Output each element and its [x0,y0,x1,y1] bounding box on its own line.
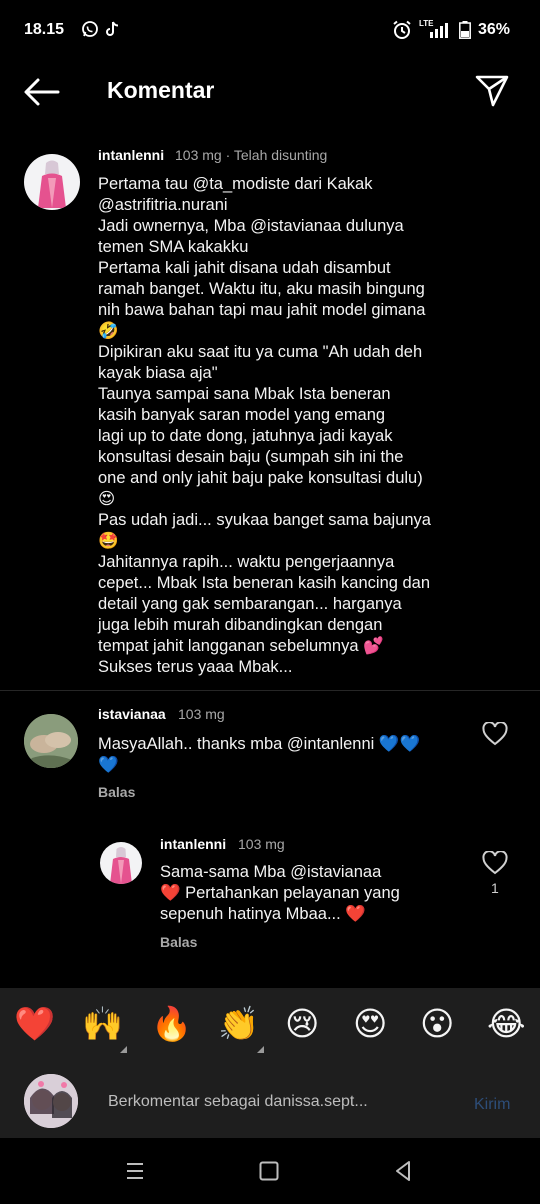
caption-line: Jahitannya rapih... waktu pengerjaannya [98,553,395,571]
caption-line: @astrifitria.nurani [98,196,228,214]
recents-icon[interactable] [124,1161,146,1181]
caption-line: cepet... Mbak Ista beneran kasih kancing… [98,574,431,592]
caption-line: Pertama kali jahit disana udah disambut [98,259,391,277]
heart-icon[interactable] [482,851,508,875]
caption-line: one and only jahit baju pake konsultasi … [98,469,423,487]
avatar-selfie-icon [24,1074,78,1128]
heart-icon[interactable] [482,722,508,746]
avatar-figure-icon [38,160,66,208]
like-count: 1 [491,880,499,896]
avatar-figure-icon [110,847,132,884]
caption-line: Jadi ownernya, Mba @istavianaa dulunya [98,217,404,235]
reply-button[interactable]: Balas [160,934,197,950]
arrow-left-icon[interactable] [22,76,62,108]
emoji-quick-bar: ❤️ 🙌 🔥 👏 😢 😍 😮 😂 [0,988,540,1066]
caption-line: temen SMA kakakku [98,238,249,256]
comment-line: sepenuh hatinya Mbaa... ❤️ [160,905,366,923]
emoji-raising-hands[interactable]: 🙌 [82,1004,123,1044]
caption-line: konsultasi desain baju (sumpah sih ini t… [98,448,404,466]
comment-composer: Berkomentar sebagai danissa.sept... Kiri… [0,1066,540,1138]
emoji-heart[interactable]: ❤️ [14,1004,55,1044]
emoji-surprised-face[interactable]: 😮 [420,1004,454,1044]
caption-line: kayak biasa aja" [98,364,218,382]
comment-text: Sama-sama Mba @istavianaa ❤️ Pertahankan… [160,862,400,925]
caption-line: Taunya sampai sana Mbak Ista beneran [98,385,391,403]
comment-username[interactable]: istavianaa [98,706,166,722]
avatar[interactable] [100,842,142,884]
avatar [24,1074,78,1128]
emoji-tears-of-joy[interactable]: 😂 [487,1004,526,1044]
comment-text: MasyaAllah.. thanks mba @intanlenni 💙💙 💙 [98,734,420,776]
status-bar: 18.15 LTE 36% [0,0,540,60]
signal-icon [430,23,448,38]
caption-line: lagi up to date dong, jatuhnya jadi kaya… [98,427,393,445]
avatar[interactable] [24,714,78,768]
caption-username[interactable]: intanlenni [98,147,164,163]
caption-line: Sukses terus yaaa Mbak... [98,658,293,676]
caption-line: 😍 [98,490,116,508]
caption-line: detail yang gak sembarangan... harganya [98,595,402,613]
whatsapp-icon [82,21,98,37]
home-icon[interactable] [258,1160,280,1182]
reply-button[interactable]: Balas [98,784,135,800]
header: Komentar [0,60,540,122]
caption-line: kasih banyak saran model yang emang [98,406,386,424]
page-title: Komentar [107,77,215,103]
status-time: 18.15 [24,21,65,38]
comment-input[interactable]: Berkomentar sebagai danissa.sept... [108,1093,368,1111]
caption-line: tempat jahit langganan sebelumnya 💕 [98,637,384,655]
caption-line: 🤣 [98,322,119,340]
skin-tone-indicator [257,1046,264,1053]
caption-meta: 103 mg · Telah disunting [175,147,328,163]
caption-line: juga lebih murah dibandingkan dengan [98,616,383,634]
tiktok-icon [106,21,119,36]
caption-line: Dipikiran aku saat itu ya cuma "Ah udah … [98,343,423,361]
comment-line: MasyaAllah.. thanks mba @intanlenni 💙💙 [98,735,420,753]
comment-meta: 103 mg [178,706,225,722]
comment-line: ❤️ Pertahankan pelayanan yang [160,884,400,902]
back-icon[interactable] [393,1159,413,1183]
battery-percent: 36% [478,21,511,38]
emoji-clapping-hands[interactable]: 👏 [218,1004,259,1044]
paper-plane-icon[interactable] [474,72,510,108]
emoji-fire[interactable]: 🔥 [151,1004,192,1044]
comment-line: Sama-sama Mba @istavianaa [160,863,382,881]
caption-line: nih bawa bahan tapi mau jahit model gima… [98,301,426,319]
comment-line: 💙 [98,756,119,774]
caption-line: 🤩 [98,532,119,550]
caption-line: Pas udah jadi... syukaa banget sama baju… [98,511,431,529]
divider [0,690,540,691]
submit-button[interactable]: Kirim [474,1096,510,1114]
battery-icon [459,21,471,39]
emoji-heart-eyes[interactable]: 😍 [353,1004,387,1044]
caption-line: ramah banget. Waktu itu, aku masih bingu… [98,280,425,298]
comment-meta: 103 mg [238,836,285,852]
avatar[interactable] [24,154,80,210]
comment-username[interactable]: intanlenni [160,836,226,852]
skin-tone-indicator [120,1046,127,1053]
caption-text: Pertama tau @ta_modiste dari Kakak @astr… [98,174,431,678]
alarm-icon [393,20,411,39]
caption-line: Pertama tau @ta_modiste dari Kakak [98,175,373,193]
system-nav-bar [0,1138,540,1204]
avatar-hands-icon [24,714,78,768]
emoji-crying-face[interactable]: 😢 [285,1004,319,1044]
